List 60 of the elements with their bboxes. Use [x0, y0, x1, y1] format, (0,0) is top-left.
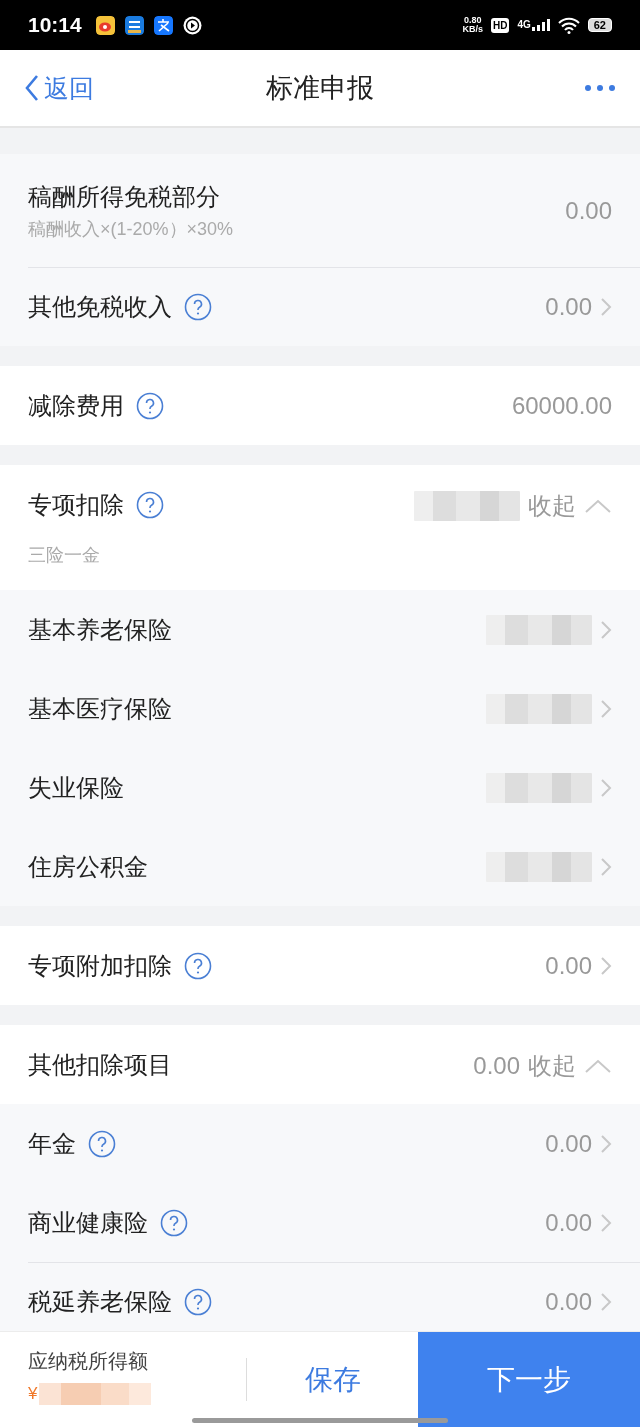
app-icon [124, 15, 144, 35]
row-value: 0.00 [545, 292, 592, 321]
row-value: 0.00 [565, 196, 612, 225]
collapse-link[interactable]: 收起 [528, 1050, 576, 1082]
row-value: 0.00 [473, 1052, 520, 1080]
row-label: 稿酬所得免税部分 [28, 181, 220, 212]
row-label: 商业健康险 [28, 1207, 148, 1238]
help-icon[interactable] [136, 391, 164, 420]
collapse-link[interactable]: 收起 [528, 490, 576, 522]
chevron-right-icon [600, 619, 612, 640]
page-title: 标准申报 [266, 72, 374, 105]
row-label: 失业保险 [28, 772, 124, 803]
app-icon [95, 15, 115, 35]
row-subtitle: 稿酬收入×(1-20%）×30% [28, 217, 234, 241]
chevron-right-icon [600, 856, 612, 877]
row-label: 其他扣除项目 [28, 1050, 172, 1080]
chevron-right-icon [600, 296, 612, 317]
help-icon[interactable] [136, 491, 164, 519]
chevron-right-icon [600, 1133, 612, 1154]
chevron-right-icon [600, 955, 612, 976]
row-value: 0.00 [545, 951, 592, 980]
help-icon[interactable] [184, 951, 212, 980]
battery-level: 62 [587, 18, 612, 32]
back-button[interactable]: 返回 [24, 71, 94, 105]
hd-badge: HD [490, 17, 510, 33]
save-button[interactable]: 保存 [247, 1332, 418, 1427]
chevron-right-icon [600, 1291, 612, 1312]
row-label: 专项附加扣除 [28, 950, 172, 981]
currency-symbol: ¥ [28, 1384, 38, 1404]
help-icon[interactable] [184, 1287, 212, 1316]
row-value: 0.00 [545, 1287, 592, 1316]
more-icon[interactable] [584, 84, 616, 92]
chevron-right-icon [600, 777, 612, 798]
wifi-icon [557, 16, 580, 34]
back-chevron-icon [24, 74, 40, 102]
status-time: 10:14 [28, 13, 82, 37]
row-label: 基本医疗保险 [28, 693, 172, 724]
help-icon[interactable] [184, 292, 212, 321]
row-value: 60000.00 [511, 391, 612, 420]
help-icon[interactable] [88, 1129, 116, 1158]
app-icon [153, 15, 173, 35]
row-label: 年金 [28, 1128, 76, 1159]
row-label: 其他免税收入 [28, 291, 172, 322]
row-subtitle: 三险一金 [28, 544, 101, 567]
play-icon [182, 15, 202, 35]
network-type: 4G [517, 19, 531, 30]
help-icon[interactable] [160, 1208, 188, 1237]
net-speed: 0.80 KB/s [462, 16, 483, 34]
next-step-button[interactable]: 下一步 [418, 1332, 640, 1427]
row-value: 0.00 [545, 1208, 592, 1237]
chevron-right-icon [600, 698, 612, 719]
row-label: 减除费用 [28, 390, 124, 421]
row-label: 住房公积金 [28, 851, 148, 882]
signal-icon [531, 19, 550, 31]
row-label: 基本养老保险 [28, 614, 172, 645]
row-value: 0.00 [545, 1129, 592, 1158]
chevron-right-icon [600, 1212, 612, 1233]
row-label: 专项扣除 [28, 490, 124, 520]
row-label: 税延养老保险 [28, 1286, 172, 1317]
taxable-income-label: 应纳税所得额 [28, 1349, 149, 1374]
